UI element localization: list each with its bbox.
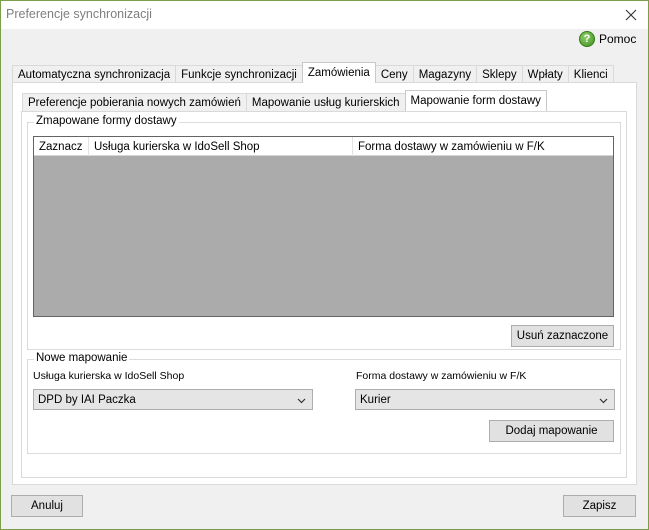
help-label: Pomoc <box>599 32 637 46</box>
grid-header: Zaznacz Usługa kurierska w IdoSell Shop … <box>34 137 613 156</box>
courier-service-value: DPD by IAI Paczka <box>38 393 136 406</box>
tab-new-orders-preferences[interactable]: Preferencje pobierania nowych zamówień <box>22 93 247 111</box>
cancel-button[interactable]: Anuluj <box>11 495 83 517</box>
tab-label: Ceny <box>380 68 408 81</box>
column-select[interactable]: Zaznacz <box>34 137 89 156</box>
courier-service-select[interactable]: DPD by IAI Paczka <box>33 389 313 410</box>
tab-sync-functions[interactable]: Funkcje synchronizacji <box>175 65 303 83</box>
tab-label: Klienci <box>573 68 608 81</box>
tab-label: Sklepy <box>482 68 517 81</box>
tab-orders[interactable]: Zamówienia <box>301 62 376 83</box>
title-bar: Preferencje synchronizacji <box>1 1 648 29</box>
preferences-window: Preferencje synchronizacji ? Pomoc Autom… <box>0 0 649 530</box>
window-title: Preferencje synchronizacji <box>6 7 152 21</box>
tab-label: Wpłaty <box>527 68 563 81</box>
group-title: Nowe mapowanie <box>34 352 130 364</box>
column-delivery-form[interactable]: Forma dostawy w zamówieniu w F/K <box>353 137 613 156</box>
tab-label: Mapowanie form dostawy <box>410 95 541 107</box>
chevron-down-icon <box>297 398 306 404</box>
tab-label: Zamówienia <box>307 67 370 79</box>
tab-label: Automatyczna synchronizacja <box>18 68 171 81</box>
tab-label: Funkcje synchronizacji <box>181 68 297 81</box>
chevron-down-icon <box>599 398 608 404</box>
save-button[interactable]: Zapisz <box>563 495 636 517</box>
help-link[interactable]: ? Pomoc <box>579 30 636 48</box>
close-button[interactable] <box>614 1 648 29</box>
tab-payments[interactable]: Wpłaty <box>521 65 569 83</box>
tab-label: Magazyny <box>418 68 472 81</box>
courier-service-label: Usługa kurierska w IdoSell Shop <box>33 370 185 382</box>
help-icon: ? <box>579 31 595 47</box>
group-title: Zmapowane formy dostawy <box>34 115 179 127</box>
outer-tab-strip: Automatyczna synchronizacja Funkcje sync… <box>12 62 614 83</box>
close-icon <box>625 9 637 21</box>
tab-warehouses[interactable]: Magazyny <box>412 65 478 83</box>
tab-clients[interactable]: Klienci <box>567 65 614 83</box>
tab-delivery-mapping[interactable]: Mapowanie form dostawy <box>404 90 547 111</box>
tab-automatic-sync[interactable]: Automatyczna synchronizacja <box>12 65 177 83</box>
delivery-form-label: Forma dostawy w zamówieniu w F/K <box>356 370 527 382</box>
mapping-grid[interactable]: Zaznacz Usługa kurierska w IdoSell Shop … <box>33 136 614 317</box>
inner-tab-strip: Preferencje pobierania nowych zamówień M… <box>22 90 547 111</box>
delivery-form-select[interactable]: Kurier <box>355 389 615 410</box>
tab-label: Preferencje pobierania nowych zamówień <box>28 96 241 109</box>
tab-shops[interactable]: Sklepy <box>476 65 523 83</box>
delivery-form-value: Kurier <box>360 393 391 406</box>
tab-courier-mapping[interactable]: Mapowanie usług kurierskich <box>245 93 406 111</box>
column-courier-service[interactable]: Usługa kurierska w IdoSell Shop <box>89 137 353 156</box>
add-mapping-button[interactable]: Dodaj mapowanie <box>489 420 614 442</box>
tab-prices[interactable]: Ceny <box>374 65 414 83</box>
tab-label: Mapowanie usług kurierskich <box>251 96 400 109</box>
remove-selected-button[interactable]: Usuń zaznaczone <box>511 325 614 347</box>
